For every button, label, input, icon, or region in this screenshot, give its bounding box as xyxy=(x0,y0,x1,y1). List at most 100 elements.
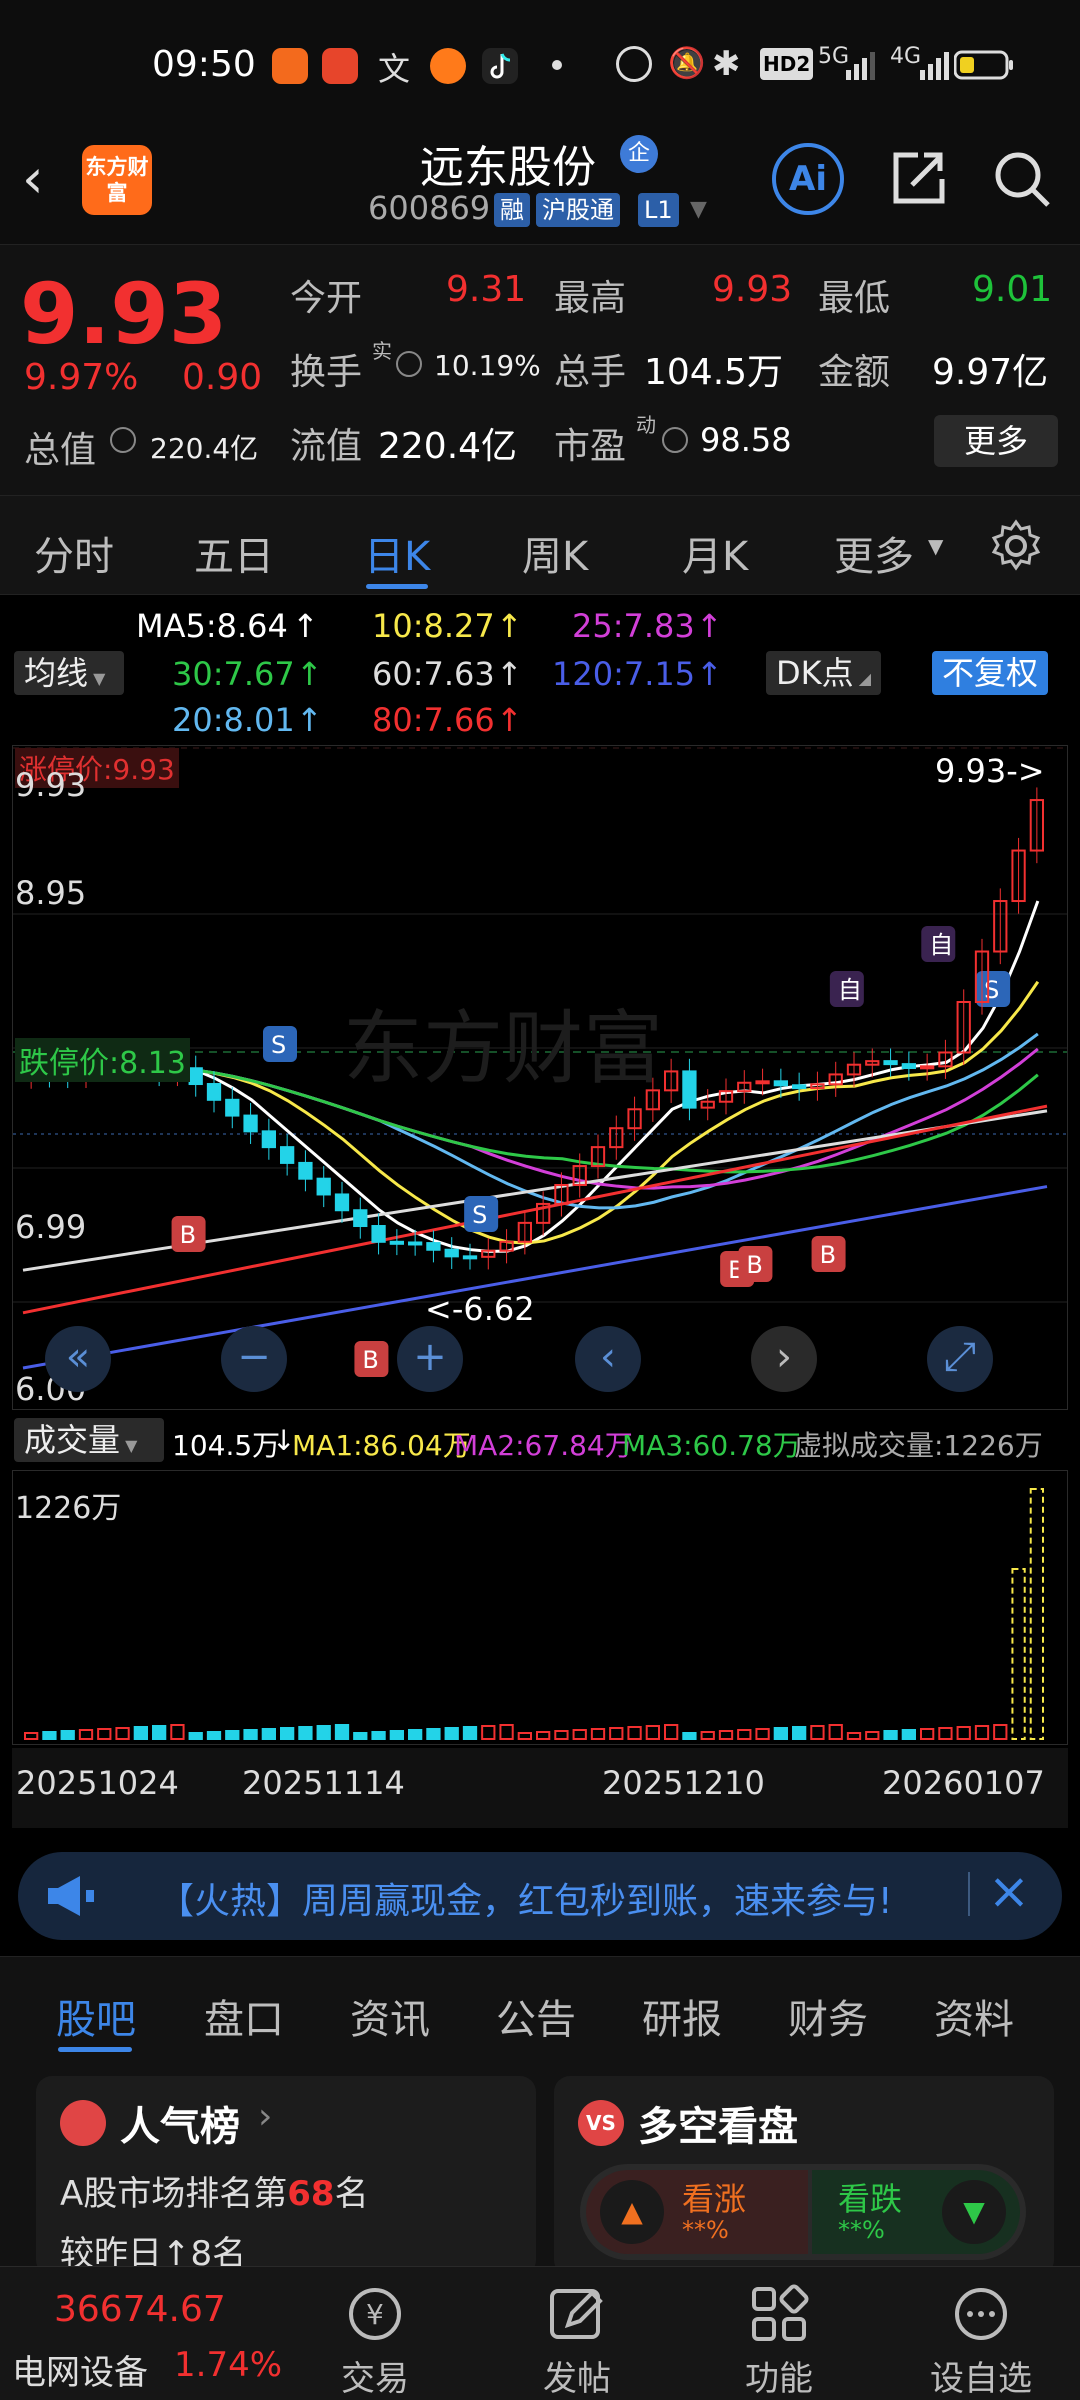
low-value: 9.01 xyxy=(972,269,1053,310)
tab-announcements[interactable]: 公告 xyxy=(496,1987,576,2045)
ma25-value: 25:7.83 xyxy=(572,607,695,645)
volume-bar xyxy=(627,1726,642,1740)
trade-icon[interactable]: ¥ xyxy=(342,2281,408,2347)
chevron-down-icon: ▼ xyxy=(120,1436,138,1455)
open-label: 今开 xyxy=(290,278,363,319)
candle xyxy=(408,1241,423,1246)
nav-add-watchlist[interactable]: 设自选 xyxy=(921,2351,1041,2400)
ma10-arrow-icon: ↑ xyxy=(496,607,523,645)
chevron-down-icon[interactable]: ▼ xyxy=(690,197,707,222)
candle xyxy=(261,1130,276,1149)
back-button[interactable]: ‹ xyxy=(22,147,68,210)
ai-button[interactable]: Ai xyxy=(772,143,844,215)
volume-bar xyxy=(1029,1488,1045,1740)
dk-point-button[interactable]: DK点 ◢ xyxy=(766,651,882,695)
tab-forum[interactable]: 股吧 xyxy=(56,1987,136,2045)
quote-panel: 9.93 9.97% 0.90 总值 220.4亿 今开 9.31 最高 9.9… xyxy=(0,245,1080,495)
info-icon[interactable] xyxy=(396,351,422,377)
ma-mode-label: 均线 xyxy=(24,654,89,692)
info-icon[interactable] xyxy=(662,427,688,453)
tab-news[interactable]: 资讯 xyxy=(350,1987,430,2045)
nav-trade[interactable]: 交易 xyxy=(315,2351,435,2400)
pe-label: 市盈 xyxy=(554,426,627,467)
post-icon[interactable] xyxy=(544,2281,610,2347)
limit-down-text: 跌停价:8.13 xyxy=(19,1046,186,1081)
more-button[interactable]: 更多 xyxy=(934,415,1058,467)
candle xyxy=(920,1065,935,1070)
hk-connect-tag: 沪股通 xyxy=(536,193,620,227)
amount-value: 9.97亿 xyxy=(932,352,1049,393)
ma-line xyxy=(22,1185,1048,1370)
tab-research[interactable]: 研报 xyxy=(642,1987,722,2045)
bear-label: 看跌 xyxy=(838,2180,903,2218)
share-icon[interactable] xyxy=(882,143,954,215)
info-icon[interactable] xyxy=(110,427,136,453)
volume-bar xyxy=(389,1730,405,1740)
volume-bar xyxy=(353,1732,368,1740)
volume-mode-select[interactable]: 成交量 ▼ xyxy=(14,1418,164,1462)
volume-bar xyxy=(755,1728,770,1740)
tab-more[interactable]: 更多 xyxy=(834,524,914,582)
zoom-out-icon[interactable]: − xyxy=(221,1326,287,1392)
date-label: 20251114 xyxy=(242,1764,405,1802)
candle xyxy=(901,1063,917,1070)
tab-finance[interactable]: 财务 xyxy=(788,1987,868,2045)
volume-bar xyxy=(590,1728,606,1740)
tab-weekly-k[interactable]: 周K xyxy=(522,524,588,582)
volume-chart[interactable]: 1226万 xyxy=(12,1470,1068,1745)
date-label: 20251024 xyxy=(16,1764,179,1802)
up-arrow-icon: ▲ xyxy=(600,2180,664,2244)
tab-orderbook[interactable]: 盘口 xyxy=(204,1987,284,2045)
candle xyxy=(298,1161,313,1180)
tab-intraday[interactable]: 分时 xyxy=(34,524,114,582)
ma120-value: 120:7.15 xyxy=(552,655,696,693)
candle xyxy=(371,1225,386,1243)
bull-section[interactable]: ▲ 看涨 **% xyxy=(586,2170,808,2254)
scroll-right-icon[interactable]: › xyxy=(751,1326,817,1392)
volume-value: 104.5万 xyxy=(172,1429,281,1462)
close-icon[interactable]: × xyxy=(988,1862,1030,1920)
adjust-mode-button[interactable]: 不复权 xyxy=(932,651,1049,695)
sector-name[interactable]: 电网设备 xyxy=(12,2345,148,2394)
popularity-card[interactable]: 人气榜 › A股市场排名第68名 较昨日↑8名 xyxy=(36,2076,536,2276)
kline-chart[interactable]: 东方财富 BSBSBBB自自S 涨停价:9.93 9.93 8.95 跌停价:8… xyxy=(12,745,1068,1410)
ma20-arrow-icon: ↑ xyxy=(296,701,323,739)
scroll-left-fast-icon[interactable]: « xyxy=(45,1326,111,1392)
candle xyxy=(389,1240,405,1245)
current-price: 9.93 xyxy=(20,265,228,363)
candle xyxy=(755,1080,770,1085)
bull-bear-card[interactable]: VS 多空看盘 ▲ 看涨 **% 看跌 **% ▼ xyxy=(554,2076,1054,2276)
search-icon[interactable] xyxy=(986,143,1058,215)
volume-bar xyxy=(170,1724,185,1740)
index-value[interactable]: 36674.67 xyxy=(54,2289,226,2330)
ma-mode-select[interactable]: 均线 ▼ xyxy=(14,651,124,695)
tab-monthly-k[interactable]: 月K xyxy=(682,524,748,582)
fullscreen-icon[interactable]: ⤢ xyxy=(927,1326,993,1392)
volume-bar xyxy=(444,1727,459,1740)
ma30-arrow-icon: ↑ xyxy=(296,655,323,693)
zoom-in-icon[interactable]: + xyxy=(397,1326,463,1392)
tab-five-day[interactable]: 五日 xyxy=(194,524,274,582)
nav-function[interactable]: 功能 xyxy=(719,2351,839,2400)
enterprise-badge: 企 xyxy=(620,135,658,173)
turnover-label: 换手 xyxy=(290,352,363,393)
tab-profile[interactable]: 资料 xyxy=(934,1987,1014,2045)
scroll-left-icon[interactable]: ‹ xyxy=(575,1326,641,1392)
high-label: 最高 xyxy=(554,278,627,319)
ma30-value: 30:7.67 xyxy=(172,655,295,693)
nav-post[interactable]: 发帖 xyxy=(517,2351,637,2400)
vol-ma3: MA3:60.78万 xyxy=(622,1429,801,1462)
app-logo: 东方财富 xyxy=(82,145,152,215)
promo-banner[interactable]: 【火热】周周赢现金，红包秒到账，速来参与! × xyxy=(18,1852,1062,1940)
more-dots-icon[interactable] xyxy=(948,2281,1014,2347)
volume-bar xyxy=(883,1730,898,1740)
bear-section[interactable]: 看跌 **% ▼ xyxy=(812,2170,1020,2254)
settings-gear-icon[interactable] xyxy=(988,518,1044,574)
active-tab-indicator xyxy=(366,584,428,589)
volume-bar xyxy=(225,1730,240,1740)
down-arrow-icon: ▼ xyxy=(942,2180,1006,2244)
signal-marker-label: 自 xyxy=(838,976,862,1004)
volume-bar xyxy=(316,1725,331,1740)
tab-daily-k[interactable]: 日K xyxy=(364,524,430,582)
function-grid-icon[interactable] xyxy=(746,2281,812,2347)
